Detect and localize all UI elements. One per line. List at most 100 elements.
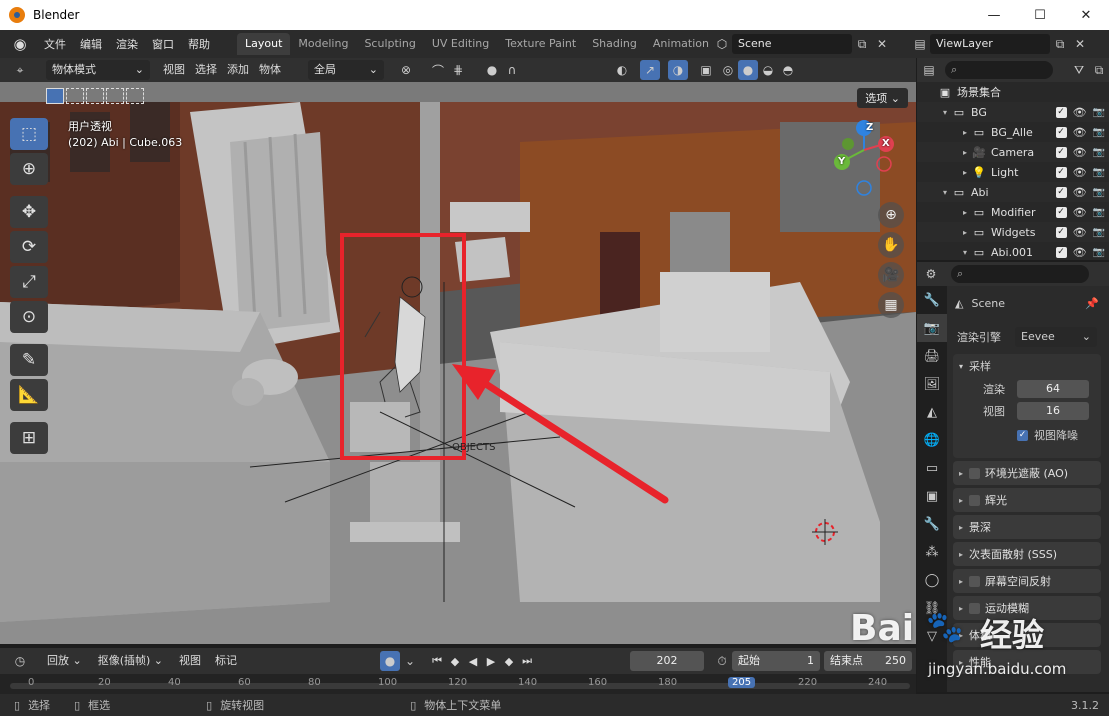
render-camera-icon[interactable]: 📷 [1093,107,1105,118]
expand-arrow-icon[interactable]: ▾ [959,248,971,257]
select-subtract-icon[interactable] [86,88,104,104]
tool-tab-icon[interactable]: 🔧 [917,286,947,314]
particles-tab-icon[interactable]: ⁂ [917,538,947,566]
options-dropdown[interactable]: 选项 ⌄ [857,88,908,108]
select-new-icon[interactable] [46,88,64,104]
view-layer-tab-icon[interactable]: 🖼 [917,370,947,398]
menu-add[interactable]: 添加 [222,60,254,80]
timeline-ruler[interactable]: 0 20 40 60 80 100 120 140 160 180 205 220 240 [0,674,916,694]
modifier-tab-icon[interactable]: 🔧 [917,510,947,538]
eye-icon[interactable]: 👁 [1073,206,1087,219]
expand-arrow-icon[interactable]: ▾ [939,108,951,117]
mode-dropdown[interactable]: 物体模式 ⌄ [46,60,150,80]
filter-icon[interactable]: ⛛ [1069,60,1089,80]
eye-icon[interactable]: 👁 [1073,106,1087,119]
pivot-icon[interactable]: ⊗ [396,60,416,80]
keying-menu[interactable]: 抠像(插帧) ⌄ [93,651,168,671]
render-camera-icon[interactable]: 📷 [1093,127,1105,138]
expand-arrow-icon[interactable]: ▸ [959,228,971,237]
include-checkbox[interactable]: ✓ [1055,246,1067,258]
xray-icon[interactable]: ▣ [696,60,716,80]
view-layer-icon[interactable]: ▤ [910,34,930,54]
render-camera-icon[interactable]: 📷 [1093,167,1105,178]
include-checkbox[interactable]: ✓ [1055,226,1067,238]
delete-scene-icon[interactable]: ✕ [872,34,892,54]
material-shading-icon[interactable]: ◒ [758,60,778,80]
solid-shading-icon[interactable]: ● [738,60,758,80]
include-checkbox[interactable]: ✓ [1055,146,1067,158]
menu-view[interactable]: 视图 [158,60,190,80]
outliner-search[interactable]: ⌕ [945,61,1053,79]
panel-checkbox[interactable] [969,575,981,587]
gizmo-toggle-icon[interactable]: ↗ [640,60,660,80]
scale-tool-icon[interactable]: ⤢ [10,266,48,298]
include-checkbox[interactable]: ✓ [1055,166,1067,178]
proportional-edit-icon[interactable]: ● [482,60,502,80]
include-checkbox[interactable]: ✓ [1055,206,1067,218]
include-checkbox[interactable]: ✓ [1055,106,1067,118]
perspective-toggle-icon[interactable]: ▦ [878,292,904,318]
panel-checkbox[interactable] [969,494,981,506]
menu-help[interactable]: 帮助 [181,36,217,52]
record-icon[interactable]: ● [380,651,401,671]
visibility-icon[interactable]: ◐ [612,60,632,80]
menu-edit[interactable]: 编辑 [73,36,109,52]
select-intersect-icon[interactable] [126,88,144,104]
menu-window[interactable]: 窗口 [145,36,181,52]
view-layer-field[interactable]: ViewLayer [930,34,1050,54]
select-invert-icon[interactable] [106,88,124,104]
marker-menu[interactable]: 标记 [210,651,242,671]
render-camera-icon[interactable]: 📷 [1093,227,1105,238]
camera-view-icon[interactable]: 🎥 [878,262,904,288]
falloff-icon[interactable]: ∩ [502,60,522,80]
close-button[interactable]: ✕ [1063,0,1109,30]
select-box-tool-icon[interactable]: ⬚ [10,118,48,150]
tab-shading[interactable]: Shading [584,33,645,55]
annotate-tool-icon[interactable]: ✎ [10,344,48,376]
properties-panel[interactable]: ▸ 景深 [953,515,1101,539]
tab-layout[interactable]: Layout [237,33,291,55]
render-engine-dropdown[interactable]: Eevee ⌄ [1015,327,1097,347]
object-tab-icon[interactable]: ▣ [917,482,947,510]
outliner-row[interactable]: ▸ ▭ Modifier ✓ 👁 📷 [917,202,1109,222]
overlay-toggle-icon[interactable]: ◑ [668,60,688,80]
sampling-panel-header[interactable]: ▾ 采样 [953,354,1101,378]
menu-render[interactable]: 渲染 [109,36,145,52]
world-tab-icon[interactable]: 🌐 [917,426,947,454]
scene-icon[interactable]: ⬡ [712,34,732,54]
new-view-layer-icon[interactable]: ⧉ [1050,34,1070,54]
move-tool-icon[interactable]: ✥ [10,196,48,228]
3d-viewport[interactable]: Z X Y 选项 ⌄ 用户透视 (202) Abi | Cube.063 OBJ… [0,82,916,644]
scene-tab-icon[interactable]: ◭ [917,398,947,426]
outliner-row[interactable]: ▾ ▭ Abi.001 ✓ 👁 📷 [917,242,1109,262]
tab-animation[interactable]: Animation [645,33,717,55]
menu-file[interactable]: 文件 [37,36,73,52]
render-camera-icon[interactable]: 📷 [1093,247,1105,258]
jump-start-icon[interactable]: ⏮ [428,652,446,670]
auto-key-dropdown-icon[interactable]: ⌄ [400,651,420,671]
properties-panel[interactable]: ▸ 环境光遮蔽 (AO) [953,461,1101,485]
properties-editor-icon[interactable]: ⚙ [921,264,941,284]
delete-view-layer-icon[interactable]: ✕ [1070,34,1090,54]
start-frame-field[interactable]: 起始 1 [732,651,821,671]
add-cube-tool-icon[interactable]: ⊞ [10,422,48,454]
stopwatch-icon[interactable]: ⏱ [712,651,732,671]
outliner-row[interactable]: ▾ ▭ BG ✓ 👁 📷 [917,102,1109,122]
outliner-row[interactable]: ▸ 💡 Light ✓ 👁 📷 [917,162,1109,182]
render-camera-icon[interactable]: 📷 [1093,207,1105,218]
render-samples-field[interactable]: 64 [1017,380,1089,398]
measure-tool-icon[interactable]: 📐 [10,379,48,411]
expand-arrow-icon[interactable]: ▸ [959,208,971,217]
jump-end-icon[interactable]: ⏭ [518,652,536,670]
maximize-button[interactable]: ☐ [1017,0,1063,30]
render-camera-icon[interactable]: 📷 [1093,147,1105,158]
properties-panel[interactable]: ▸ 辉光 [953,488,1101,512]
playback-menu[interactable]: 回放 ⌄ [42,651,87,671]
viewport-samples-field[interactable]: 16 [1017,402,1089,420]
pin-icon[interactable]: 📌 [1085,297,1099,310]
new-scene-icon[interactable]: ⧉ [852,34,872,54]
panel-checkbox[interactable] [969,467,981,479]
collection-tab-icon[interactable]: ▭ [917,454,947,482]
pan-hand-icon[interactable]: ✋ [878,232,904,258]
rendered-shading-icon[interactable]: ◓ [778,60,798,80]
